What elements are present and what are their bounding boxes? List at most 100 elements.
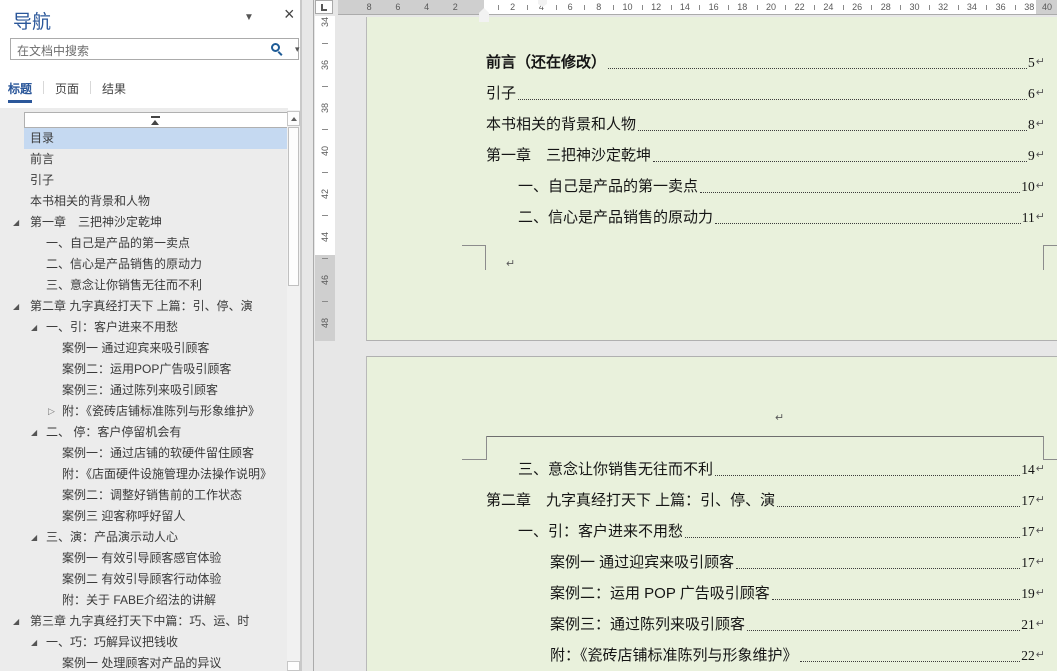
nav-item[interactable]: 本书相关的背景和人物: [0, 191, 288, 212]
nav-item[interactable]: 案例一 通过迎宾来吸引顾客: [0, 338, 288, 359]
ruler-number: 20: [763, 2, 779, 12]
toc-entry[interactable]: 一、引：客户进来不用愁17↵: [486, 516, 1045, 547]
nav-item[interactable]: 案例一：通过店铺的软硬件留住顾客: [0, 443, 288, 464]
scroll-to-top-button[interactable]: [24, 112, 288, 128]
ruler-tick: [671, 5, 672, 10]
toc-page-number: 22: [1021, 640, 1035, 671]
toc-dot-leader: [518, 99, 1027, 100]
collapse-triangle-icon[interactable]: ◢: [13, 212, 19, 233]
toc-dot-leader: [685, 537, 1020, 538]
toc-entry-text[interactable]: 三、意念让你销售无往而不利: [518, 454, 713, 485]
horizontal-ruler[interactable]: 8642246810121416182022242628303234363840: [338, 0, 1057, 15]
search-input[interactable]: 在文档中搜索 ▾: [10, 38, 299, 60]
toc-entry[interactable]: 本书相关的背景和人物8↵: [486, 109, 1045, 140]
toc-dot-leader: [777, 506, 1020, 507]
collapse-triangle-icon[interactable]: ◢: [31, 422, 37, 443]
toc-dot-leader: [653, 161, 1027, 162]
nav-item[interactable]: 一、自己是产品的第一卖点: [0, 233, 288, 254]
nav-scrollbar[interactable]: [287, 110, 300, 671]
document-page-2[interactable]: ↵ 三、意念让你销售无往而不利14↵第二章 九字真经打天下 上篇：引、停、演17…: [366, 356, 1057, 671]
toc-entry-text[interactable]: 本书相关的背景和人物: [486, 109, 636, 140]
toc-entry-text[interactable]: 附：《瓷砖店铺标准陈列与形象维护》: [550, 640, 798, 671]
nav-item[interactable]: 案例一 有效引导顾客感官体验: [0, 548, 288, 569]
toc-dot-leader: [715, 475, 1020, 476]
nav-item[interactable]: 案例二 有效引导顾客行动体验: [0, 569, 288, 590]
nav-item[interactable]: 案例三 迎客称呼好留人: [0, 506, 288, 527]
nav-item[interactable]: 案例三：通过陈列来吸引顾客: [0, 380, 288, 401]
toc-entry[interactable]: 附：《瓷砖店铺标准陈列与形象维护》22↵: [486, 640, 1045, 671]
search-placeholder: 在文档中搜索: [17, 42, 89, 59]
toc-entry-text[interactable]: 第二章 九字真经打天下 上篇：引、停、演: [486, 485, 775, 516]
nav-item[interactable]: ▷ 附：《瓷砖店铺标准陈列与形象维护》: [0, 401, 288, 422]
nav-item[interactable]: ◢一、引：客户进来不用愁: [0, 317, 288, 338]
collapse-triangle-icon[interactable]: ◢: [31, 527, 37, 548]
scroll-to-top-icon: [151, 116, 160, 118]
toc-entry-text[interactable]: 前言（还在修改）: [486, 47, 606, 78]
toc-entry[interactable]: 案例一 通过迎宾来吸引顾客17↵: [486, 547, 1045, 578]
vertical-ruler[interactable]: 3436384042444648: [315, 16, 335, 341]
toc-entry-text[interactable]: 二、信心是产品销售的原动力: [518, 202, 713, 233]
toc-entry[interactable]: 二、信心是产品销售的原动力11↵: [486, 202, 1045, 233]
nav-item[interactable]: ◢第二章 九字真经打天下 上篇：引、停、演: [0, 296, 288, 317]
nav-item-label: 附：《瓷砖店铺标准陈列与形象维护》: [62, 401, 260, 422]
toc-entry-text[interactable]: 案例三：通过陈列来吸引顾客: [550, 609, 745, 640]
toc-entry-text[interactable]: 一、自己是产品的第一卖点: [518, 171, 698, 202]
nav-item-label: 案例二 有效引导顾客行动体验: [62, 569, 221, 590]
nav-item-label: 前言: [30, 149, 54, 170]
toc-entry[interactable]: 引子6↵: [486, 78, 1045, 109]
nav-item[interactable]: 三、意念让你销售无往而不利: [0, 275, 288, 296]
scrollbar-down-icon[interactable]: [287, 661, 300, 671]
tab-separator: [43, 81, 44, 94]
ruler-number: 14: [677, 2, 693, 12]
nav-item-list: 目录前言引子本书相关的背景和人物◢第一章 三把神沙定乾坤一、自己是产品的第一卖点…: [0, 128, 288, 671]
nav-item[interactable]: 目录: [0, 128, 288, 149]
nav-item[interactable]: 二、信心是产品销售的原动力: [0, 254, 288, 275]
scrollbar-up-icon[interactable]: [287, 111, 300, 126]
toc-entry[interactable]: 第二章 九字真经打天下 上篇：引、停、演17↵: [486, 485, 1045, 516]
expand-triangle-icon[interactable]: ▷: [48, 401, 55, 422]
toc-entry-text[interactable]: 一、引：客户进来不用愁: [518, 516, 683, 547]
toc-entry[interactable]: 三、意念让你销售无往而不利14↵: [486, 454, 1045, 485]
header-border-line: [486, 436, 1044, 437]
ruler-tick: [871, 5, 872, 10]
scrollbar-thumb[interactable]: [288, 127, 299, 286]
nav-item[interactable]: ◢ 第三章 九字真经打天下中篇：巧、运、时: [0, 611, 288, 632]
toc-entry[interactable]: 一、自己是产品的第一卖点10↵: [486, 171, 1045, 202]
tab-headings[interactable]: 标题: [8, 80, 32, 103]
ruler-number: 38: [1021, 2, 1037, 12]
nav-item[interactable]: 案例一 处理顾客对产品的异议: [0, 653, 288, 671]
toc-entry[interactable]: 前言（还在修改）5↵: [486, 47, 1045, 78]
tab-results[interactable]: 结果: [102, 80, 126, 100]
collapse-triangle-icon[interactable]: ◢: [13, 296, 19, 317]
nav-item[interactable]: 案例二：运用POP广告吸引顾客: [0, 359, 288, 380]
nav-item[interactable]: ◢第一章 三把神沙定乾坤: [0, 212, 288, 233]
nav-item[interactable]: ◢三、演：产品演示动人心: [0, 527, 288, 548]
nav-item[interactable]: 案例二：调整好销售前的工作状态: [0, 485, 288, 506]
nav-item[interactable]: ◢二、 停：客户停留机会有: [0, 422, 288, 443]
pane-close-icon[interactable]: ×: [284, 4, 295, 25]
toc-entry[interactable]: 案例二：运用 POP 广告吸引顾客19↵: [486, 578, 1045, 609]
collapse-triangle-icon[interactable]: ◢: [31, 317, 37, 338]
nav-item[interactable]: 附：关于 FABE介绍法的讲解: [0, 590, 288, 611]
toc-entry[interactable]: 第一章 三把神沙定乾坤9↵: [486, 140, 1045, 171]
toc-entry-text[interactable]: 案例二：运用 POP 广告吸引顾客: [550, 578, 770, 609]
tab-pages[interactable]: 页面: [55, 80, 79, 100]
document-page-1[interactable]: 前言（还在修改）5↵引子6↵本书相关的背景和人物8↵第一章 三把神沙定乾坤9↵一…: [366, 17, 1057, 341]
toc-entry-text[interactable]: 案例一 通过迎宾来吸引顾客: [550, 547, 734, 578]
collapse-triangle-icon[interactable]: ◢: [31, 632, 37, 653]
search-options-caret-icon[interactable]: ▾: [295, 44, 300, 55]
toc-entry[interactable]: 案例三：通过陈列来吸引顾客21↵: [486, 609, 1045, 640]
pane-options-caret-icon[interactable]: ▼: [244, 12, 254, 23]
toc-entry-text[interactable]: 第一章 三把神沙定乾坤: [486, 140, 651, 171]
nav-item[interactable]: 引子: [0, 170, 288, 191]
nav-item[interactable]: 前言: [0, 149, 288, 170]
toc-entry-text[interactable]: 引子: [486, 78, 516, 109]
collapse-triangle-icon[interactable]: ◢: [13, 611, 19, 632]
toc-dot-leader: [736, 568, 1020, 569]
nav-item[interactable]: ◢一、巧：巧解异议把钱收: [0, 632, 288, 653]
tab-stop-selector[interactable]: [315, 0, 333, 14]
nav-item[interactable]: 附：《店面硬件设施管理办法操作说明》: [0, 464, 288, 485]
nav-item-label: 第三章 九字真经打天下中篇：巧、运、时: [30, 611, 249, 632]
nav-item-label: 案例一 有效引导顾客感官体验: [62, 548, 221, 569]
search-icon[interactable]: [271, 43, 285, 57]
